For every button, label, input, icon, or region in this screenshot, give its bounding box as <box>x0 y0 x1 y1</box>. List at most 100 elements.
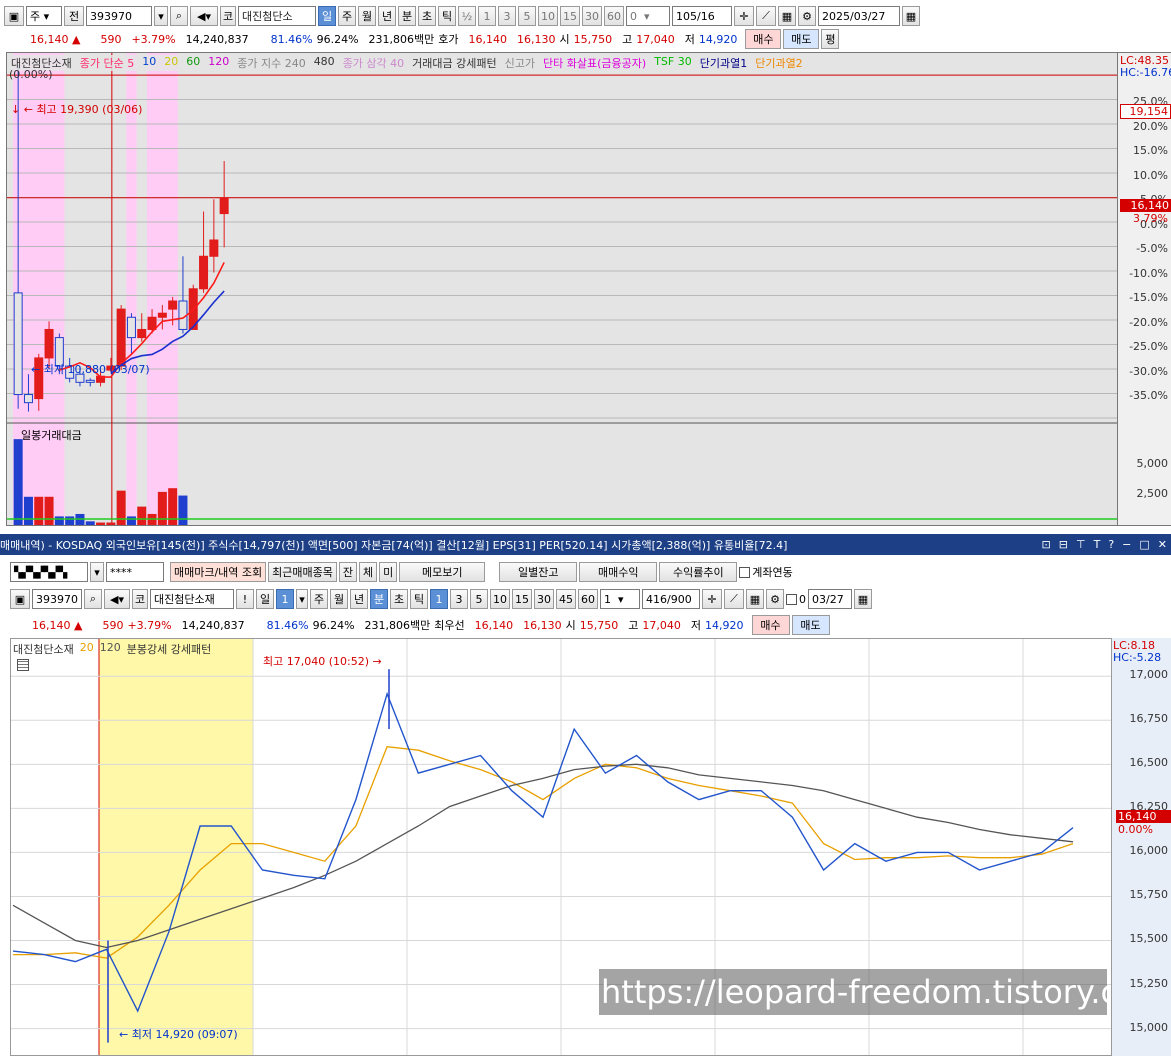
w2-sound-icon[interactable]: ◀▾ <box>104 589 130 609</box>
interval-3-button[interactable]: 3 <box>498 6 516 26</box>
balance-button[interactable]: 잔 <box>338 562 358 582</box>
w2-interval-5-button[interactable]: 5 <box>470 589 488 609</box>
password-field[interactable]: **** <box>106 562 164 582</box>
legend-item-11[interactable]: 단타 화살표(금융공자) <box>543 55 646 71</box>
w2-interval-30-button[interactable]: 30 <box>534 589 554 609</box>
pin-icon[interactable]: ⊤ <box>1076 538 1086 551</box>
draw-tools-icon[interactable]: ✛ <box>734 6 754 26</box>
interval-5-button[interactable]: 5 <box>518 6 536 26</box>
w2-date-input[interactable]: 03/27 <box>808 589 852 609</box>
interval-15-button[interactable]: 15 <box>560 6 580 26</box>
interval-10-button[interactable]: 10 <box>538 6 558 26</box>
calendar-icon[interactable]: ▦ <box>902 6 920 26</box>
memo-button[interactable]: 메모보기 <box>399 562 486 582</box>
w2-interval-3-button[interactable]: 3 <box>450 589 468 609</box>
w2-period-dropdown[interactable]: ▾ <box>296 589 308 609</box>
trade-mark-query-button[interactable]: 매매마크/내역 조회 <box>170 562 267 582</box>
w2-sell-button[interactable]: 매도 <box>791 615 830 635</box>
w2-interval-10-button[interactable]: 10 <box>490 589 510 609</box>
legend-item-14[interactable]: 단기과열2 <box>755 55 802 71</box>
w2-save-icon[interactable]: ▦ <box>746 589 764 609</box>
w2-period-second-button[interactable]: 초 <box>390 589 408 609</box>
w2-code-prefix-button[interactable]: 코 <box>132 589 148 609</box>
window-link-icon[interactable]: ⊡ <box>1042 538 1051 551</box>
w2-period-value[interactable]: 1 <box>276 589 294 609</box>
interval-30-button[interactable]: 30 <box>582 6 602 26</box>
w2-check0[interactable]: 0 <box>786 593 806 606</box>
account-link-checkbox[interactable]: 계좌연동 <box>739 564 793 580</box>
w2-search-icon[interactable]: ⌕ <box>84 589 102 609</box>
w2-interval-15-button[interactable]: 15 <box>512 589 532 609</box>
legend-item-6[interactable]: 종가 지수 240 <box>237 55 305 71</box>
settings-gear-icon[interactable]: ⚙ <box>798 6 816 26</box>
w2-calendar-icon[interactable]: ▦ <box>854 589 872 609</box>
w2-period-year-button[interactable]: 년 <box>350 589 368 609</box>
period-week-button[interactable]: 주 <box>338 6 356 26</box>
interval-half-button[interactable]: ½ <box>458 6 476 26</box>
view-type-button[interactable]: 전 <box>64 6 84 26</box>
w2-period-minute-button[interactable]: 분 <box>370 589 388 609</box>
trade-profit-button[interactable]: 매매수익 <box>579 562 658 582</box>
window-menu-icon[interactable]: ▣ <box>4 6 24 26</box>
w2-interval-count-input[interactable]: 1 ▾ <box>600 589 640 609</box>
legend-item-3[interactable]: 20 <box>164 55 178 71</box>
daily-balance-button[interactable]: 일별잔고 <box>499 562 578 582</box>
account-dropdown-icon[interactable]: ▾ <box>90 562 104 582</box>
period-minute-button[interactable]: 분 <box>398 6 416 26</box>
return-trend-button[interactable]: 수익률추이 <box>659 562 738 582</box>
w2-draw-tools-icon[interactable]: ✛ <box>702 589 722 609</box>
legend-item-5[interactable]: 120 <box>208 55 229 71</box>
w2-buy-button[interactable]: 매수 <box>751 615 790 635</box>
period-second-button[interactable]: 초 <box>418 6 436 26</box>
window-dock-icon[interactable]: ⊟ <box>1059 538 1068 551</box>
legend-item-4[interactable]: 60 <box>186 55 200 71</box>
eval-button[interactable]: 평 <box>821 29 840 49</box>
grid-toggle-icon[interactable] <box>17 659 29 671</box>
question-icon[interactable]: ? <box>1108 538 1114 551</box>
w2-period-tick-button[interactable]: 틱 <box>410 589 428 609</box>
w2-period-week-button[interactable]: 주 <box>310 589 328 609</box>
interval-count-input[interactable]: 0 ▾ <box>626 6 670 26</box>
legend-item-2[interactable]: 10 <box>142 55 156 71</box>
period-month-button[interactable]: 월 <box>358 6 376 26</box>
legend-item-7[interactable]: 480 <box>314 55 335 71</box>
w2-interval-60-button[interactable]: 60 <box>578 589 598 609</box>
sound-icon[interactable]: ◀▾ <box>190 6 218 26</box>
w2-interval-45-button[interactable]: 45 <box>556 589 576 609</box>
interval-1-button[interactable]: 1 <box>478 6 496 26</box>
period-year-button[interactable]: 년 <box>378 6 396 26</box>
w2-settings-gear-icon[interactable]: ⚙ <box>766 589 784 609</box>
save-icon[interactable]: ▦ <box>778 6 796 26</box>
account-select[interactable]: ▚▞▚▞▚▞▚ <box>10 562 88 582</box>
w2-interval-1-button[interactable]: 1 <box>430 589 448 609</box>
w2-data-count-field[interactable]: 416/900 <box>642 589 700 609</box>
market-type-select[interactable]: 주 ▾ <box>26 6 62 26</box>
period-tick-button[interactable]: 틱 <box>438 6 456 26</box>
legend-item-9[interactable]: 거래대금 강세패턴 <box>412 55 496 71</box>
unfilled-button[interactable]: 미 <box>379 562 398 582</box>
interval-60-button[interactable]: 60 <box>604 6 624 26</box>
daily-candle-chart[interactable] <box>7 53 1118 526</box>
close-icon[interactable]: ✕ <box>1158 538 1167 551</box>
stock-code-input[interactable]: 393970 <box>86 6 152 26</box>
buy-button[interactable]: 매수 <box>745 29 782 49</box>
recent-trades-button[interactable]: 최근매매종목 <box>268 562 337 582</box>
w2-line-tool-icon[interactable]: ⟋ <box>724 589 744 609</box>
maximize-icon[interactable]: □ <box>1139 538 1149 551</box>
sell-button[interactable]: 매도 <box>783 29 820 49</box>
filled-button[interactable]: 체 <box>359 562 378 582</box>
legend-item-10[interactable]: 신고가 <box>505 55 535 71</box>
legend-item-1[interactable]: 종가 단순 5 <box>80 55 134 71</box>
window2-menu-icon[interactable]: ▣ <box>10 589 30 609</box>
w2-period-month-button[interactable]: 월 <box>330 589 348 609</box>
minimize-icon[interactable]: − <box>1122 538 1131 551</box>
legend-item-13[interactable]: 단기과열1 <box>700 55 747 71</box>
legend-item-8[interactable]: 종가 삼각 40 <box>343 55 404 71</box>
date-input[interactable]: 2025/03/27 <box>818 6 900 26</box>
legend-item-12[interactable]: TSF 30 <box>654 55 692 71</box>
w2-stock-code-input[interactable]: 393970 <box>32 589 82 609</box>
data-count-field[interactable]: 105/16 <box>672 6 732 26</box>
help-icon[interactable]: T <box>1094 538 1101 551</box>
w2-period-day-button[interactable]: 일 <box>256 589 274 609</box>
w2-alert-button[interactable]: ! <box>236 589 254 609</box>
